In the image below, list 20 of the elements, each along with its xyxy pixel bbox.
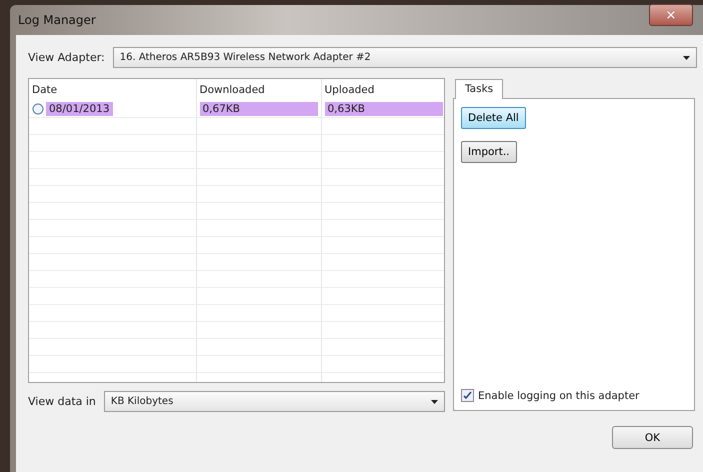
window-title: Log Manager <box>18 13 96 27</box>
column-header[interactable]: Uploaded <box>321 79 444 101</box>
caret-icon <box>431 400 438 404</box>
table-cell: 0,63KB <box>324 102 442 116</box>
column-header[interactable]: Downloaded <box>196 79 321 101</box>
checkbox-label: Enable logging on this adapter <box>478 390 640 402</box>
tab[interactable]: Tasks <box>455 79 504 99</box>
caret-icon <box>683 56 690 60</box>
field-label: View Adapter: <box>28 51 105 64</box>
clock-icon <box>32 103 44 115</box>
delete-all-button[interactable]: Delete All <box>461 107 526 129</box>
field-label: View data in <box>28 395 96 408</box>
table-cell: 08/01/2013 <box>46 102 113 116</box>
import-button[interactable]: Import.. <box>461 141 517 163</box>
ok-button[interactable]: OK <box>612 426 693 449</box>
column-header[interactable]: Date <box>29 79 196 101</box>
dropdown[interactable]: KB Kilobytes <box>104 391 445 412</box>
table-cell: 0,67KB <box>200 102 318 116</box>
checkbox[interactable] <box>461 389 474 402</box>
dropdown[interactable]: 16. Atheros AR5B93 Wireless Network Adapter #2 <box>112 47 697 68</box>
